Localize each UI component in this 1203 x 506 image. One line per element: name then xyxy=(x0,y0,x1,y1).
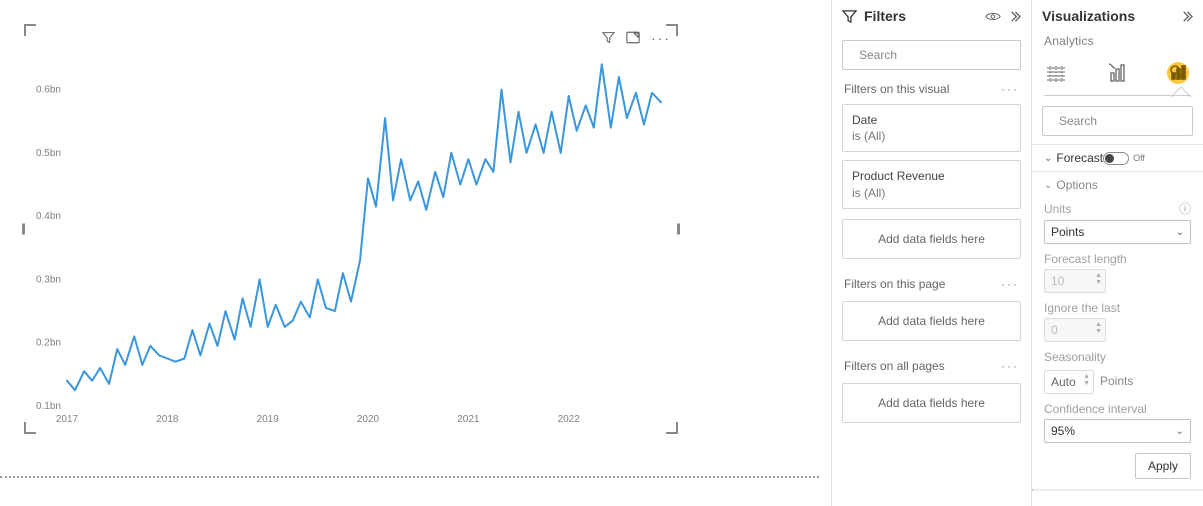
units-label: Units xyxy=(1044,202,1071,216)
confidence-interval-label: Confidence interval xyxy=(1044,402,1191,416)
filters-on-page-header: Filters on this page ··· xyxy=(832,273,1031,295)
apply-button[interactable]: Apply xyxy=(1135,453,1191,479)
page-navigation-divider xyxy=(0,476,819,478)
filters-pane: Filters Filters on this visual ··· Date … xyxy=(831,0,1031,506)
svg-text:2022: 2022 xyxy=(558,414,581,425)
analytics-tab[interactable] xyxy=(1165,60,1191,86)
line-chart-visual[interactable]: ··· 0.1bn 0.2bn 0.3bn 0.4bn 0.5bn 0.6bn 2017 2… xyxy=(24,24,678,434)
units-picker[interactable]: Points ⌄ xyxy=(1044,220,1191,244)
units-value: Points xyxy=(1051,225,1084,239)
show-filters-icon[interactable] xyxy=(985,11,1001,22)
analytics-subtitle: Analytics xyxy=(1032,32,1203,54)
ignore-last-input[interactable]: 0 ▲▼ xyxy=(1044,318,1106,342)
visualizations-pane: Visualizations Analytics xyxy=(1031,0,1203,506)
collapse-pane-icon[interactable] xyxy=(1008,10,1021,23)
svg-text:0.6bn: 0.6bn xyxy=(36,85,61,96)
seasonality-unit: Points xyxy=(1100,374,1133,388)
info-icon[interactable]: ⓘ xyxy=(1179,200,1191,217)
seasonality-label: Seasonality xyxy=(1044,350,1191,364)
viz-tab-row xyxy=(1032,54,1203,86)
confidence-interval-value: 95% xyxy=(1051,424,1075,438)
svg-text:2018: 2018 xyxy=(156,414,179,425)
selection-handle-tl[interactable] xyxy=(24,24,36,36)
svg-text:2017: 2017 xyxy=(56,414,79,425)
add-field-label: Add data fields here xyxy=(878,314,985,328)
more-options-icon[interactable]: ··· xyxy=(1001,277,1019,291)
build-visual-tab[interactable] xyxy=(1044,61,1068,85)
filter-icon xyxy=(842,9,857,24)
filter-card-subtitle: is (All) xyxy=(852,128,1011,144)
confidence-interval-picker[interactable]: 95% ⌄ xyxy=(1044,419,1191,443)
ignore-last-label: Ignore the last xyxy=(1044,301,1191,315)
collapse-pane-icon[interactable] xyxy=(1180,10,1193,23)
svg-text:0.4bn: 0.4bn xyxy=(36,211,61,222)
svg-text:0.3bn: 0.3bn xyxy=(36,274,61,285)
seasonality-value: Auto xyxy=(1051,375,1076,389)
more-options-icon[interactable]: ··· xyxy=(651,33,671,43)
filters-pane-title: Filters xyxy=(864,8,906,24)
filters-on-all-header: Filters on all pages ··· xyxy=(832,355,1031,377)
selection-handle-ml[interactable] xyxy=(22,224,25,235)
svg-text:2020: 2020 xyxy=(357,414,380,425)
filter-card-title: Product Revenue xyxy=(852,168,1011,184)
svg-text:0.1bn: 0.1bn xyxy=(36,401,61,412)
filters-on-page-label: Filters on this page xyxy=(844,277,945,291)
more-options-icon[interactable]: ··· xyxy=(1001,359,1019,373)
visualizations-pane-title: Visualizations xyxy=(1042,8,1135,24)
add-page-filter-drop[interactable]: Add data fields here xyxy=(842,301,1021,341)
options-label: Options xyxy=(1056,178,1097,192)
forecast-options-block: ⌄ Options Units ⓘ Points ⌄ Forecast leng… xyxy=(1032,172,1203,489)
svg-text:0.5bn: 0.5bn xyxy=(36,148,61,159)
focus-mode-icon[interactable] xyxy=(626,31,640,44)
more-options-icon[interactable]: ··· xyxy=(1001,82,1019,96)
selection-handle-mr[interactable] xyxy=(677,224,680,235)
forecast-options-header[interactable]: ⌄ Options xyxy=(1044,178,1191,192)
forecast-toggle-state: Off xyxy=(1133,153,1145,163)
forecast-section-header[interactable]: ⌄ Forecast Off xyxy=(1032,144,1203,172)
chevron-down-icon: ⌄ xyxy=(1176,426,1184,437)
chart-plot-area: 0.1bn 0.2bn 0.3bn 0.4bn 0.5bn 0.6bn 2017 2018 2… xyxy=(30,52,672,428)
forecast-length-input[interactable]: 10 ▲▼ xyxy=(1044,269,1106,293)
chevron-down-icon: ⌄ xyxy=(1044,153,1052,164)
seasonality-input[interactable]: Auto ▲▼ xyxy=(1044,370,1094,394)
format-visual-tab[interactable] xyxy=(1105,61,1129,85)
visualizations-pane-header: Visualizations xyxy=(1032,0,1203,32)
forecast-toggle[interactable] xyxy=(1103,152,1129,165)
units-label-row: Units ⓘ xyxy=(1044,200,1191,217)
svg-text:0.2bn: 0.2bn xyxy=(36,338,61,349)
svg-text:2021: 2021 xyxy=(457,414,480,425)
add-visual-filter-drop[interactable]: Add data fields here xyxy=(842,219,1021,259)
chevron-down-icon: ⌄ xyxy=(1044,180,1052,191)
add-field-label: Add data fields here xyxy=(878,396,985,410)
filter-card-date[interactable]: Date is (All) xyxy=(842,104,1021,152)
analytics-search-input[interactable] xyxy=(1042,106,1193,136)
filters-on-all-label: Filters on all pages xyxy=(844,359,945,373)
filter-icon[interactable] xyxy=(602,31,615,44)
filter-card-revenue[interactable]: Product Revenue is (All) xyxy=(842,160,1021,208)
ignore-last-value: 0 xyxy=(1051,323,1058,337)
forecast-label: Forecast xyxy=(1056,151,1103,165)
add-field-label: Add data fields here xyxy=(878,232,985,246)
add-all-filter-drop[interactable]: Add data fields here xyxy=(842,383,1021,423)
filters-search-input[interactable] xyxy=(842,40,1021,70)
visual-header: ··· xyxy=(602,31,671,44)
line-chart-svg: 0.1bn 0.2bn 0.3bn 0.4bn 0.5bn 0.6bn 2017 2018 2… xyxy=(30,52,672,428)
filters-pane-header: Filters xyxy=(832,0,1031,32)
filters-on-visual-label: Filters on this visual xyxy=(844,82,949,96)
report-canvas[interactable]: ··· 0.1bn 0.2bn 0.3bn 0.4bn 0.5bn 0.6bn 2017 2… xyxy=(0,0,831,506)
filters-on-visual-header: Filters on this visual ··· xyxy=(832,78,1031,100)
svg-text:2019: 2019 xyxy=(257,414,280,425)
filter-card-title: Date xyxy=(852,112,1011,128)
filter-card-subtitle: is (All) xyxy=(852,185,1011,201)
forecast-length-value: 10 xyxy=(1051,274,1064,288)
chevron-down-icon: ⌄ xyxy=(1176,227,1184,238)
forecast-length-label: Forecast length xyxy=(1044,252,1191,266)
